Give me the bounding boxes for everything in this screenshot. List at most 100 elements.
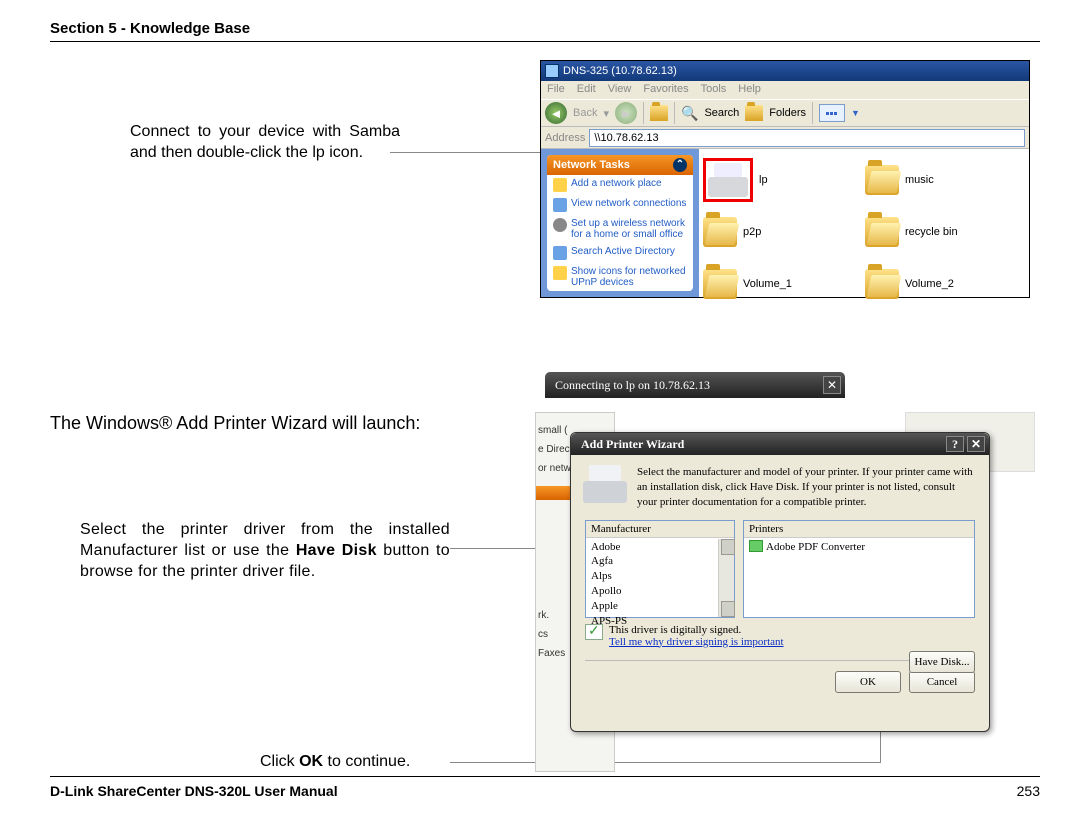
list-item[interactable]: Alps [591,569,729,584]
file-volume2[interactable]: Volume_2 [865,259,1025,309]
instruction-driver: Select the printer driver from the insta… [80,520,450,582]
menu-tools[interactable]: Tools [701,83,727,97]
have-disk-bold: Have Disk [296,542,377,559]
address-bar: Address [541,127,1029,149]
chevron-up-icon[interactable]: ⌃ [673,158,687,172]
menu-view[interactable]: View [608,83,632,97]
have-disk-button[interactable]: Have Disk... [909,651,975,673]
instruction-ok: Click OK to continue. [260,752,460,773]
task-label: Add a network place [571,178,662,189]
menu-edit[interactable]: Edit [577,83,596,97]
folder-icon [703,269,737,299]
signed-icon [585,624,603,640]
driver-icon [749,540,763,552]
printers-header: Printers [744,521,974,538]
window-title: DNS-325 (10.78.62.13) [563,65,677,77]
task-upnp[interactable]: Show icons for networked UPnP devices [547,263,693,291]
signing-link[interactable]: Tell me why driver signing is important [609,636,784,648]
folder-icon [703,217,737,247]
add-printer-wizard: Add Printer Wizard ? ✕ Select the manufa… [570,432,990,732]
list-item[interactable]: Adobe PDF Converter [749,540,969,555]
wizard-title: Add Printer Wizard [581,437,684,452]
toolbar: ◄ Back ▾ ► 🔍 Search Folders ▼ [541,99,1029,127]
manufacturer-header: Manufacturer [586,521,734,538]
folder-icon [865,269,899,299]
separator [674,102,675,124]
folder-icon [865,165,899,195]
search-button[interactable]: Search [704,107,739,119]
instruction-connect: Connect to your device with Samba and th… [130,122,400,164]
content-area: Connect to your device with Samba and th… [50,52,1040,772]
folder-icon [865,217,899,247]
file-music[interactable]: music [865,155,1025,205]
task-search-ad[interactable]: Search Active Directory [547,243,693,263]
up-folder-icon[interactable] [650,105,668,121]
task-add-place[interactable]: Add a network place [547,175,693,195]
text: to continue. [323,753,410,770]
upnp-icon [553,266,567,280]
cancel-button[interactable]: Cancel [909,671,975,693]
manual-title: D-Link ShareCenter DNS-320L User Manual [50,783,338,799]
search-icon [553,246,567,260]
back-button[interactable]: Back [573,107,597,119]
network-icon [553,198,567,212]
folders-button[interactable]: Folders [769,107,806,119]
file-label: Volume_2 [905,278,954,290]
list-item[interactable]: APS-PS [591,614,729,629]
section-header: Section 5 - Knowledge Base [50,20,1040,41]
file-volume1[interactable]: Volume_1 [703,259,863,309]
connecting-titlebar: Connecting to lp on 10.78.62.13 ✕ [545,372,845,398]
file-grid: lp music p2p recycle bin Volume_1 Volume… [699,149,1029,297]
wireless-icon [553,218,567,232]
file-label: p2p [743,226,761,238]
scrollbar[interactable] [718,539,734,617]
printer-name: Adobe PDF Converter [766,541,865,553]
file-recycle[interactable]: recycle bin [865,207,1025,257]
menu-favorites[interactable]: Favorites [643,83,688,97]
folder-icon [553,178,567,192]
close-icon[interactable]: ✕ [967,436,985,452]
list-item[interactable]: Apple [591,599,729,614]
manufacturer-list[interactable]: Manufacturer Adobe Agfa Alps Apollo Appl… [585,520,735,618]
text: Click [260,753,299,770]
network-tasks-title: Network Tasks [553,159,630,171]
wizard-screenshot: small ( e Direct or netw rk. cs Faxes Co… [535,372,1035,792]
close-icon[interactable]: ✕ [823,376,841,394]
list-item[interactable]: Agfa [591,554,729,569]
help-icon[interactable]: ? [946,436,964,452]
highlight-box [703,158,753,202]
file-lp[interactable]: lp [703,155,863,205]
separator [812,102,813,124]
forward-icon[interactable]: ► [615,102,637,124]
titlebar: DNS-325 (10.78.62.13) [541,61,1029,81]
divider-top [50,41,1040,42]
explorer-window: DNS-325 (10.78.62.13) File Edit View Fav… [540,60,1030,298]
file-label: lp [759,174,768,186]
list-item[interactable]: Adobe [591,540,729,555]
app-icon [545,64,559,78]
ok-bold: OK [299,753,323,770]
file-p2p[interactable]: p2p [703,207,863,257]
list-item[interactable]: Apollo [591,584,729,599]
separator [643,102,644,124]
search-icon[interactable]: 🔍 [681,105,698,122]
task-wireless[interactable]: Set up a wireless network for a home or … [547,215,693,243]
instruction-launch: The Windows® Add Printer Wizard will lau… [50,412,470,435]
wizard-description: Select the manufacturer and model of you… [637,465,977,510]
menubar: File Edit View Favorites Tools Help [541,81,1029,99]
printers-list[interactable]: Printers Adobe PDF Converter [743,520,975,618]
view-button[interactable] [819,104,845,122]
task-label: Search Active Directory [571,246,675,257]
file-label: Volume_1 [743,278,792,290]
ok-button[interactable]: OK [835,671,901,693]
network-tasks-header[interactable]: Network Tasks ⌃ [547,155,693,175]
file-label: music [905,174,934,186]
menu-help[interactable]: Help [738,83,761,97]
printer-icon [583,465,627,503]
back-icon[interactable]: ◄ [545,102,567,124]
task-view-connections[interactable]: View network connections [547,195,693,215]
folders-icon[interactable] [745,105,763,121]
address-input[interactable] [589,129,1025,147]
menu-file[interactable]: File [547,83,565,97]
printer-icon [708,163,748,197]
